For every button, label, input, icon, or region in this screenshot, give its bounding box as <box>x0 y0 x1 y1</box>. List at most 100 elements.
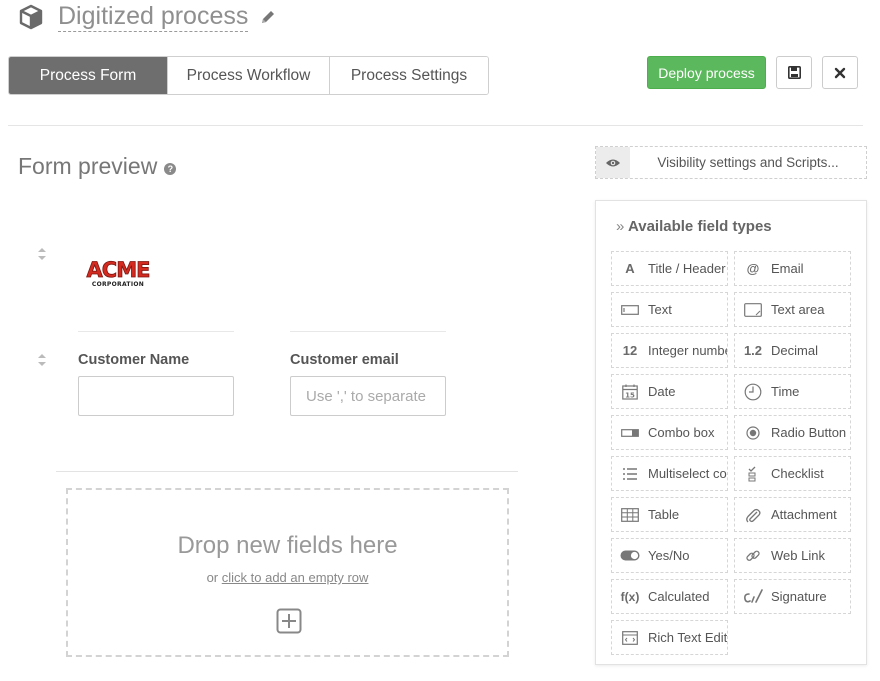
combo-box-icon <box>612 428 648 438</box>
deploy-process-button[interactable]: Deploy process <box>647 56 766 89</box>
list-icon <box>612 467 648 481</box>
radio-button-icon <box>735 425 771 440</box>
cube-icon <box>19 4 43 30</box>
field-type-calculated[interactable]: f(x) Calculated <box>611 579 728 614</box>
field-types-panel: » Available field types A Title / Header… <box>595 200 867 665</box>
field-type-label: Decimal <box>771 343 818 358</box>
drag-handle-icon[interactable] <box>37 353 47 367</box>
field-type-label: Time <box>771 384 800 399</box>
field-type-table[interactable]: Table <box>611 497 728 532</box>
logo-subtext: CORPORATION <box>92 281 144 288</box>
dropzone-divider <box>56 471 518 472</box>
field-type-email[interactable]: @ Email <box>734 251 851 286</box>
calendar-icon: 15 <box>612 384 648 400</box>
process-title[interactable]: Digitized process <box>58 2 249 32</box>
title-header-icon: A <box>625 261 635 276</box>
tab-process-settings[interactable]: Process Settings <box>330 57 488 94</box>
signature-icon <box>735 588 771 606</box>
field-type-checklist[interactable]: Checklist <box>734 456 851 491</box>
field-types-heading: » Available field types <box>616 218 772 235</box>
field-type-multiselect[interactable]: Multiselect combo <box>611 456 728 491</box>
integer-icon: 12 <box>622 343 638 358</box>
field-type-label: Text <box>648 302 672 317</box>
visibility-settings-label: Visibility settings and Scripts... <box>657 155 839 170</box>
customer-email-label: Customer email <box>290 352 399 368</box>
field-type-text-area[interactable]: Text area <box>734 292 851 327</box>
logo-text: ACME <box>87 258 150 282</box>
field-type-title-header[interactable]: A Title / Header <box>611 251 728 286</box>
tab-process-form[interactable]: Process Form <box>9 57 168 94</box>
field-type-label: Web Link <box>771 548 825 563</box>
save-icon <box>787 66 801 79</box>
tab-process-workflow[interactable]: Process Workflow <box>168 57 330 94</box>
field-type-web-link[interactable]: Web Link <box>734 538 851 573</box>
help-icon[interactable]: ? <box>164 162 177 175</box>
field-type-time[interactable]: Time <box>734 374 851 409</box>
field-type-radio-button[interactable]: Radio Button <box>734 415 851 450</box>
field-type-label: Table <box>648 507 680 522</box>
field-type-decimal[interactable]: 1.2 Decimal <box>734 333 851 368</box>
dropzone-title: Drop new fields here <box>177 532 398 559</box>
eye-icon <box>596 147 630 178</box>
field-type-label: Signature <box>771 589 827 604</box>
process-tabs: Process Form Process Workflow Process Se… <box>8 56 489 95</box>
field-type-label: Integer number <box>648 343 728 358</box>
row-divider <box>78 331 234 332</box>
field-type-label: Text area <box>771 302 825 317</box>
link-icon <box>735 548 771 564</box>
visibility-settings-button[interactable]: Visibility settings and Scripts... <box>595 146 867 179</box>
field-type-rich-text-editor[interactable]: Rich Text Editor <box>611 620 728 655</box>
text-area-icon <box>735 302 771 317</box>
text-field-icon <box>612 304 648 315</box>
row-divider <box>290 331 446 332</box>
add-row-icon[interactable] <box>276 608 302 634</box>
field-type-label: Rich Text Editor <box>648 630 728 645</box>
checklist-icon <box>735 466 771 482</box>
field-type-label: Attachment <box>771 507 837 522</box>
field-type-label: Email <box>771 261 804 276</box>
dropzone-or: or <box>206 570 219 585</box>
page-header: Digitized process <box>18 2 276 32</box>
field-type-label: Multiselect combo <box>648 466 727 481</box>
field-type-label: Radio Button <box>771 425 847 440</box>
field-type-text[interactable]: Text <box>611 292 728 327</box>
header-divider <box>8 125 863 126</box>
field-type-label: Title / Header <box>648 261 726 276</box>
pencil-icon[interactable] <box>260 9 276 25</box>
field-type-attachment[interactable]: Attachment <box>734 497 851 532</box>
close-button[interactable] <box>822 56 858 89</box>
toggle-icon <box>612 550 648 561</box>
table-icon <box>612 507 648 522</box>
customer-name-input[interactable] <box>78 376 234 416</box>
customer-email-input[interactable] <box>290 376 446 416</box>
field-type-label: Checklist <box>771 466 824 481</box>
dropzone-subtitle: or click to add an empty row <box>68 570 507 585</box>
acme-logo: ACME CORPORATION <box>86 258 151 288</box>
field-type-label: Calculated <box>648 589 710 604</box>
paperclip-icon <box>735 506 771 524</box>
field-type-yes-no[interactable]: Yes/No <box>611 538 728 573</box>
customer-name-label: Customer Name <box>78 352 190 368</box>
field-type-combo-box[interactable]: Combo box <box>611 415 728 450</box>
form-preview-heading: Form preview ? <box>18 153 177 180</box>
at-icon: @ <box>746 261 760 276</box>
function-icon: f(x) <box>620 589 640 604</box>
drag-handle-icon[interactable] <box>37 247 47 261</box>
field-type-label: Combo box <box>648 425 715 440</box>
field-drop-zone[interactable]: Drop new fields here or click to add an … <box>66 488 509 657</box>
svg-text:15: 15 <box>625 391 635 399</box>
decimal-icon: 1.2 <box>743 343 763 358</box>
field-type-label: Yes/No <box>648 548 690 563</box>
form-preview-title: Form preview <box>18 153 158 179</box>
add-empty-row-link[interactable]: click to add an empty row <box>222 570 369 585</box>
field-type-date[interactable]: 15 Date <box>611 374 728 409</box>
field-type-integer[interactable]: 12 Integer number <box>611 333 728 368</box>
save-button[interactable] <box>776 56 812 89</box>
rich-text-icon <box>612 630 648 645</box>
close-icon <box>834 67 846 78</box>
field-type-label: Date <box>648 384 676 399</box>
double-chevron-icon: » <box>616 218 625 235</box>
clock-icon <box>735 383 771 401</box>
field-types-title: Available field types <box>627 218 772 235</box>
field-type-signature[interactable]: Signature <box>734 579 851 614</box>
